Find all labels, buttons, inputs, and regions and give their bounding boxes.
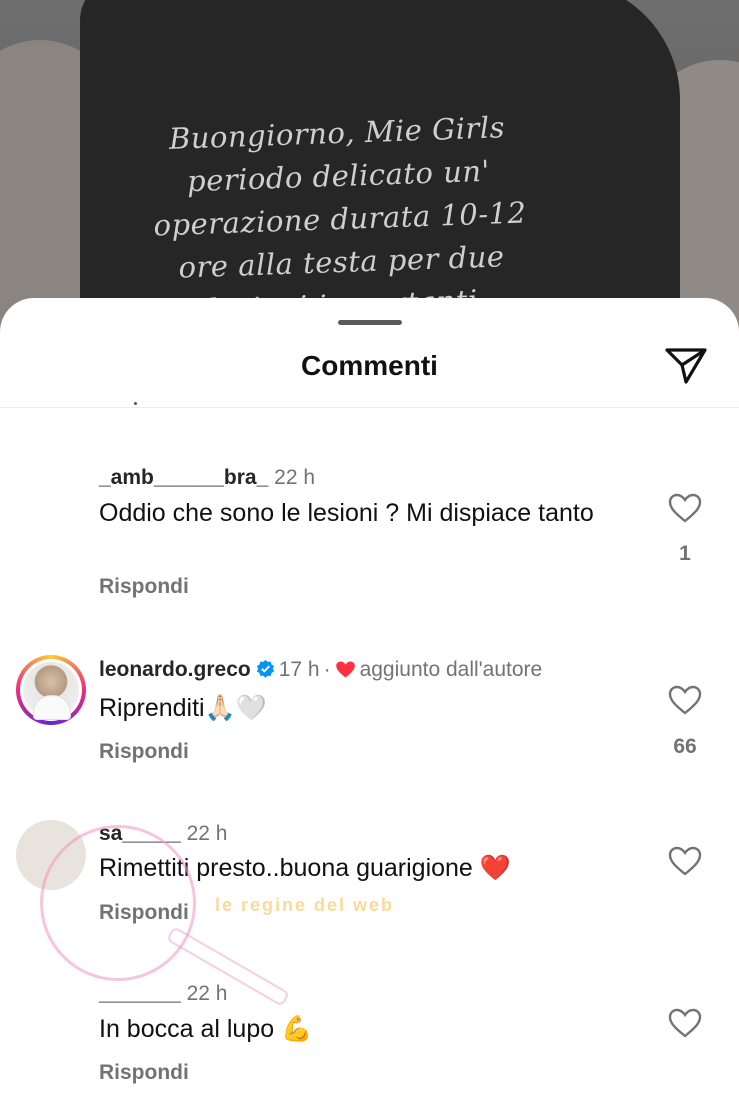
comment-username[interactable]: leonardo.greco	[99, 658, 251, 681]
header-divider	[0, 407, 739, 408]
reply-button[interactable]: Rispondi	[99, 740, 189, 764]
liked-by-author-label: aggiunto dall'autore	[359, 658, 543, 681]
comment-text: Rimettiti presto..buona guarigione ❤️	[99, 854, 511, 882]
reply-button[interactable]: Rispondi	[99, 575, 189, 599]
paper-plane-icon[interactable]	[664, 346, 708, 386]
heart-icon[interactable]	[668, 846, 702, 876]
comment-text: Oddio che sono le lesioni ? Mi dispiace …	[99, 499, 594, 527]
verified-badge-icon	[256, 659, 275, 678]
avatar[interactable]	[16, 464, 86, 534]
like-count: 66	[673, 735, 697, 758]
reply-button[interactable]: Rispondi	[99, 901, 189, 925]
comment-time: 22 h	[274, 466, 316, 489]
sheet-title: Commenti	[301, 350, 438, 381]
comment-time: 17 h	[278, 658, 320, 681]
heart-icon[interactable]	[668, 493, 702, 523]
comment-username[interactable]: _amb______bra_	[99, 466, 268, 489]
comment-username[interactable]: _______	[99, 982, 181, 1005]
comment-meta: leonardo.greco 17 h · aggiunto dall'autore	[99, 658, 543, 681]
like-count: 1	[679, 542, 691, 565]
avatar[interactable]	[16, 984, 86, 1054]
comment-time: 22 h	[186, 822, 228, 845]
comment-username[interactable]: sa_____	[99, 822, 181, 845]
avatar[interactable]	[16, 655, 86, 725]
heart-icon[interactable]	[668, 1008, 702, 1038]
author-heart-icon	[335, 660, 356, 679]
comment-meta: sa_____ 22 h	[99, 822, 227, 846]
comment-meta: _amb______bra_ 22 h	[99, 466, 315, 490]
scroll-dot	[134, 402, 137, 405]
avatar[interactable]	[16, 820, 86, 890]
comment-text: Riprenditi🙏🏻🤍	[99, 694, 267, 722]
comment-time: 22 h	[186, 982, 228, 1005]
heart-icon[interactable]	[668, 685, 702, 715]
comment-text: In bocca al lupo 💪	[99, 1015, 313, 1043]
reply-button[interactable]: Rispondi	[99, 1061, 189, 1085]
comment-meta: _______ 22 h	[99, 982, 227, 1006]
sheet-grabber-handle[interactable]	[338, 320, 402, 325]
